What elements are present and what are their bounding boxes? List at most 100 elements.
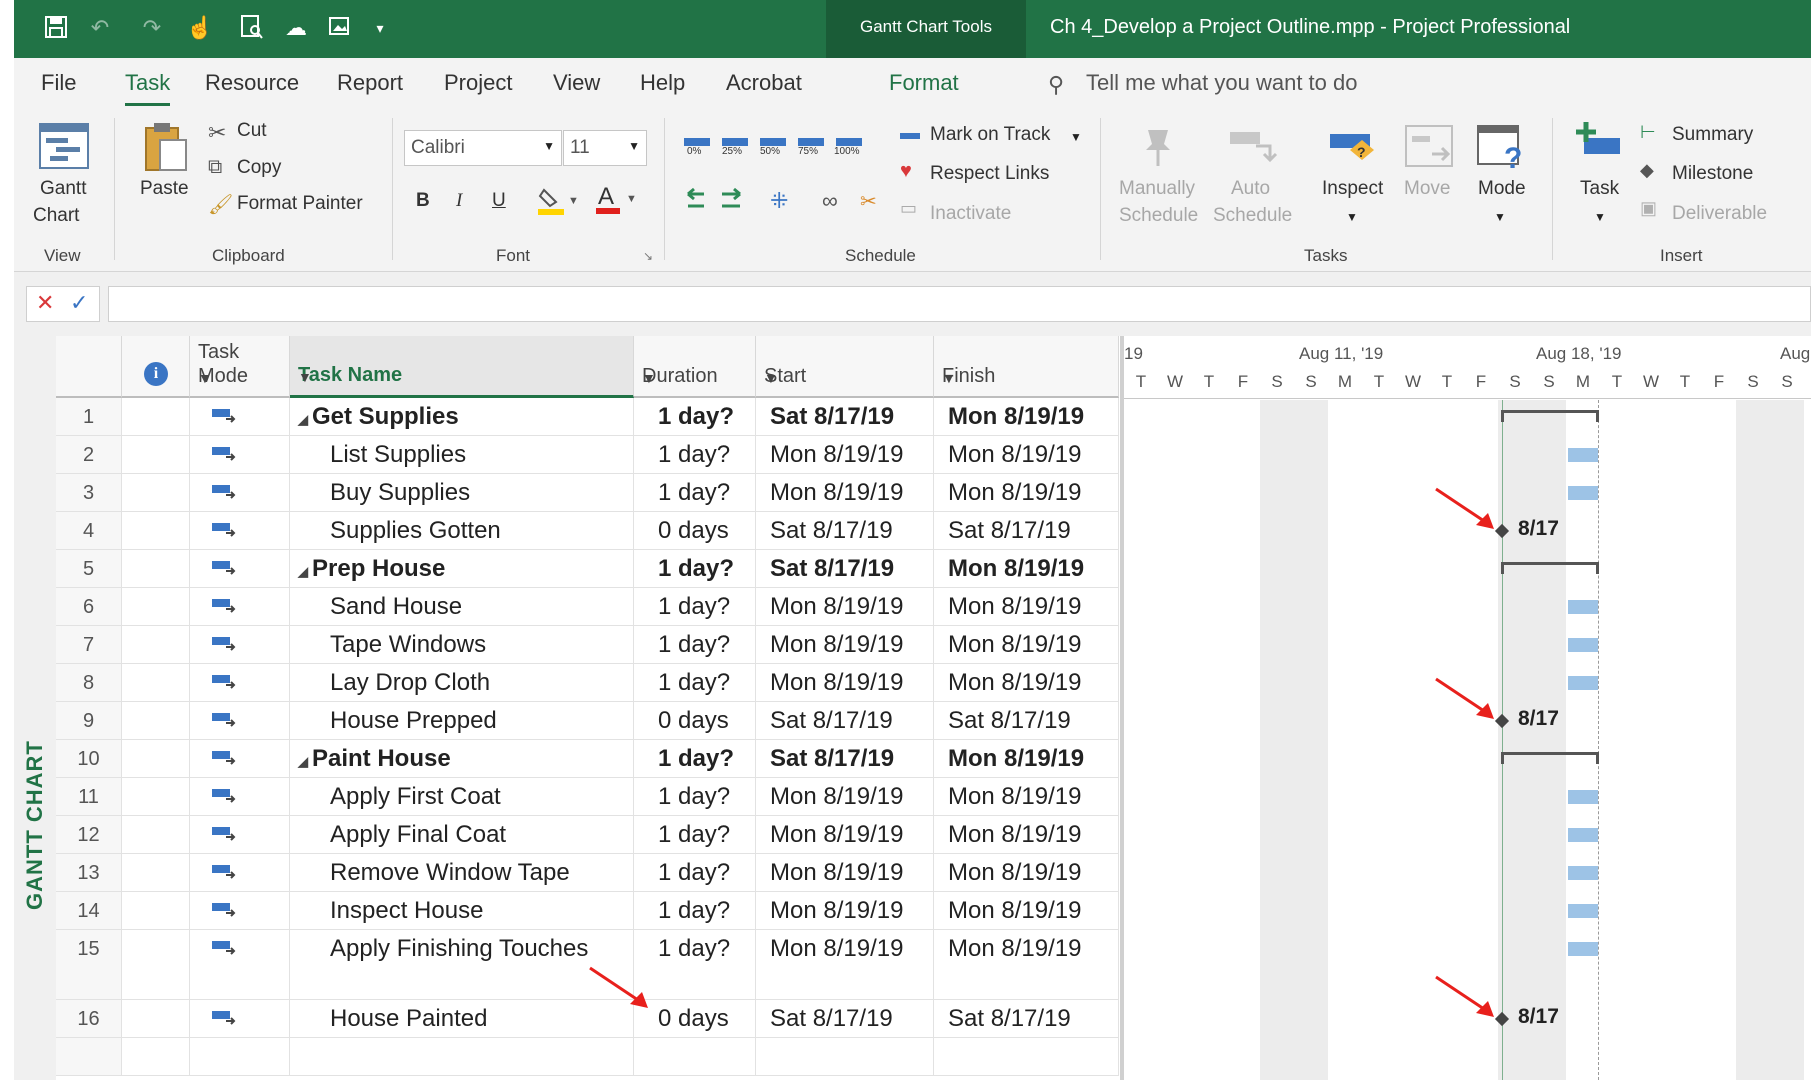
task-mode-cell[interactable] — [190, 588, 290, 625]
start-cell[interactable]: Mon 8/19/19 — [756, 474, 934, 511]
row-number[interactable]: 12 — [56, 816, 122, 853]
start-cell[interactable]: Mon 8/19/19 — [756, 854, 934, 891]
task-mode-cell[interactable] — [190, 1000, 290, 1037]
table-row[interactable]: 10 ◢ Paint House 1 day? Sat 8/17/19 Mon 8… — [56, 740, 1119, 778]
undo-icon[interactable]: ↶ — [86, 14, 114, 42]
cloud-sync-icon[interactable]: ☁ — [282, 14, 310, 42]
finish-cell[interactable]: Mon 8/19/19 — [934, 854, 1119, 891]
finish-cell[interactable]: Mon 8/19/19 — [934, 930, 1119, 999]
row-number[interactable]: 2 — [56, 436, 122, 473]
tab-view[interactable]: View — [553, 70, 600, 96]
row-header-corner[interactable] — [56, 336, 122, 398]
font-color-icon[interactable]: A ▼ — [596, 183, 637, 221]
summary-bar[interactable] — [1502, 562, 1598, 565]
row-number[interactable]: 6 — [56, 588, 122, 625]
summary-button[interactable]: Summary — [1672, 124, 1753, 146]
task-name-cell[interactable]: ◢ Paint House — [290, 740, 634, 777]
task-mode-cell[interactable] — [190, 930, 290, 999]
task-mode-cell[interactable] — [190, 740, 290, 777]
task-name-cell[interactable]: Buy Supplies — [290, 474, 634, 511]
task-bar[interactable] — [1568, 942, 1598, 956]
start-header[interactable]: Start ▼ — [756, 336, 934, 398]
chevron-down-icon[interactable]: ▼ — [298, 369, 623, 385]
percent-25-button[interactable]: 25% — [722, 146, 742, 157]
duration-cell[interactable]: 1 day? — [634, 778, 756, 815]
indicator-cell[interactable] — [122, 740, 190, 777]
cancel-icon[interactable]: ✕ — [36, 290, 54, 316]
touch-mode-icon[interactable]: ☝ — [186, 14, 214, 42]
indicator-cell[interactable] — [122, 816, 190, 853]
mode-icon[interactable]: ? — [1476, 124, 1528, 179]
task-name-cell[interactable]: Remove Window Tape — [290, 854, 634, 891]
tab-task[interactable]: Task — [125, 70, 170, 96]
finish-cell[interactable]: Mon 8/19/19 — [934, 626, 1119, 663]
empty-row[interactable] — [56, 1038, 1119, 1076]
task-mode-header[interactable]: Task Mode ▼ — [190, 336, 290, 398]
duration-cell[interactable]: 1 day? — [634, 398, 756, 435]
duration-cell[interactable]: 1 day? — [634, 436, 756, 473]
indicator-cell[interactable] — [122, 892, 190, 929]
task-name-cell[interactable]: ◢ Prep House — [290, 550, 634, 587]
finish-cell[interactable]: Sat 8/17/19 — [934, 512, 1119, 549]
cut-button[interactable]: Cut — [237, 120, 267, 142]
task-bar[interactable] — [1568, 638, 1598, 652]
tab-report[interactable]: Report — [337, 70, 403, 96]
duration-cell[interactable]: 1 day? — [634, 892, 756, 929]
table-row[interactable]: 11 Apply First Coat 1 day? Mon 8/19/19 M… — [56, 778, 1119, 816]
table-row[interactable]: 3 Buy Supplies 1 day? Mon 8/19/19 Mon 8/… — [56, 474, 1119, 512]
duration-cell[interactable]: 0 days — [634, 702, 756, 739]
finish-cell[interactable]: Mon 8/19/19 — [934, 474, 1119, 511]
row-number[interactable]: 14 — [56, 892, 122, 929]
duration-cell[interactable]: 0 days — [634, 512, 756, 549]
task-bar[interactable] — [1568, 676, 1598, 690]
task-name-cell[interactable]: List Supplies — [290, 436, 634, 473]
row-number[interactable]: 11 — [56, 778, 122, 815]
table-row[interactable]: 13 Remove Window Tape 1 day? Mon 8/19/19… — [56, 854, 1119, 892]
tab-file[interactable]: File — [41, 70, 76, 96]
table-row[interactable]: 7 Tape Windows 1 day? Mon 8/19/19 Mon 8/… — [56, 626, 1119, 664]
table-row[interactable]: 8 Lay Drop Cloth 1 day? Mon 8/19/19 Mon … — [56, 664, 1119, 702]
collapse-triangle-icon[interactable]: ◢ — [298, 754, 308, 769]
respect-links-icon[interactable]: ♥ — [900, 160, 912, 183]
bold-button[interactable]: B — [416, 190, 430, 212]
gantt-chart-tools-tab[interactable]: Gantt Chart Tools — [826, 0, 1026, 58]
finish-cell[interactable]: Mon 8/19/19 — [934, 892, 1119, 929]
start-cell[interactable]: Mon 8/19/19 — [756, 930, 934, 999]
start-cell[interactable]: Mon 8/19/19 — [756, 778, 934, 815]
indicators-header[interactable]: i — [122, 336, 190, 398]
insert-task-icon[interactable] — [1572, 120, 1624, 167]
finish-cell[interactable]: Mon 8/19/19 — [934, 740, 1119, 777]
percent-100-button[interactable]: 100% — [834, 146, 860, 157]
start-cell[interactable]: Sat 8/17/19 — [756, 1000, 934, 1037]
duration-cell[interactable]: 1 day? — [634, 474, 756, 511]
task-mode-cell[interactable] — [190, 664, 290, 701]
table-row[interactable]: 6 Sand House 1 day? Mon 8/19/19 Mon 8/19… — [56, 588, 1119, 626]
indicator-cell[interactable] — [122, 854, 190, 891]
start-cell[interactable]: Mon 8/19/19 — [756, 626, 934, 663]
task-bar[interactable] — [1568, 790, 1598, 804]
task-name-cell[interactable]: House Painted — [290, 1000, 634, 1037]
task-mode-cell[interactable] — [190, 512, 290, 549]
task-mode-cell[interactable] — [190, 702, 290, 739]
gantt-chart-icon[interactable] — [38, 122, 90, 177]
indicator-cell[interactable] — [122, 702, 190, 739]
table-row[interactable]: 4 Supplies Gotten 0 days Sat 8/17/19 Sat… — [56, 512, 1119, 550]
copy-icon[interactable]: ⧉ — [208, 156, 222, 179]
indicator-cell[interactable] — [122, 436, 190, 473]
indicator-cell[interactable] — [122, 778, 190, 815]
percent-0-button[interactable]: 0% — [687, 146, 701, 157]
start-cell[interactable]: Sat 8/17/19 — [756, 740, 934, 777]
indicator-cell[interactable] — [122, 626, 190, 663]
italic-button[interactable]: I — [456, 190, 462, 212]
task-name-cell[interactable]: Apply Finishing Touches — [290, 930, 634, 999]
mark-on-track-icon[interactable]: ▬ — [900, 122, 920, 145]
print-preview-icon[interactable] — [238, 14, 266, 42]
task-bar[interactable] — [1568, 486, 1598, 500]
task-name-cell[interactable]: Apply Final Coat — [290, 816, 634, 853]
task-name-cell[interactable]: Apply First Coat — [290, 778, 634, 815]
format-painter-button[interactable]: Format Painter — [237, 193, 363, 215]
task-name-cell[interactable]: Sand House — [290, 588, 634, 625]
tab-acrobat[interactable]: Acrobat — [726, 70, 802, 96]
underline-button[interactable]: U — [492, 190, 506, 212]
duration-header[interactable]: Duration ▼ — [634, 336, 756, 398]
